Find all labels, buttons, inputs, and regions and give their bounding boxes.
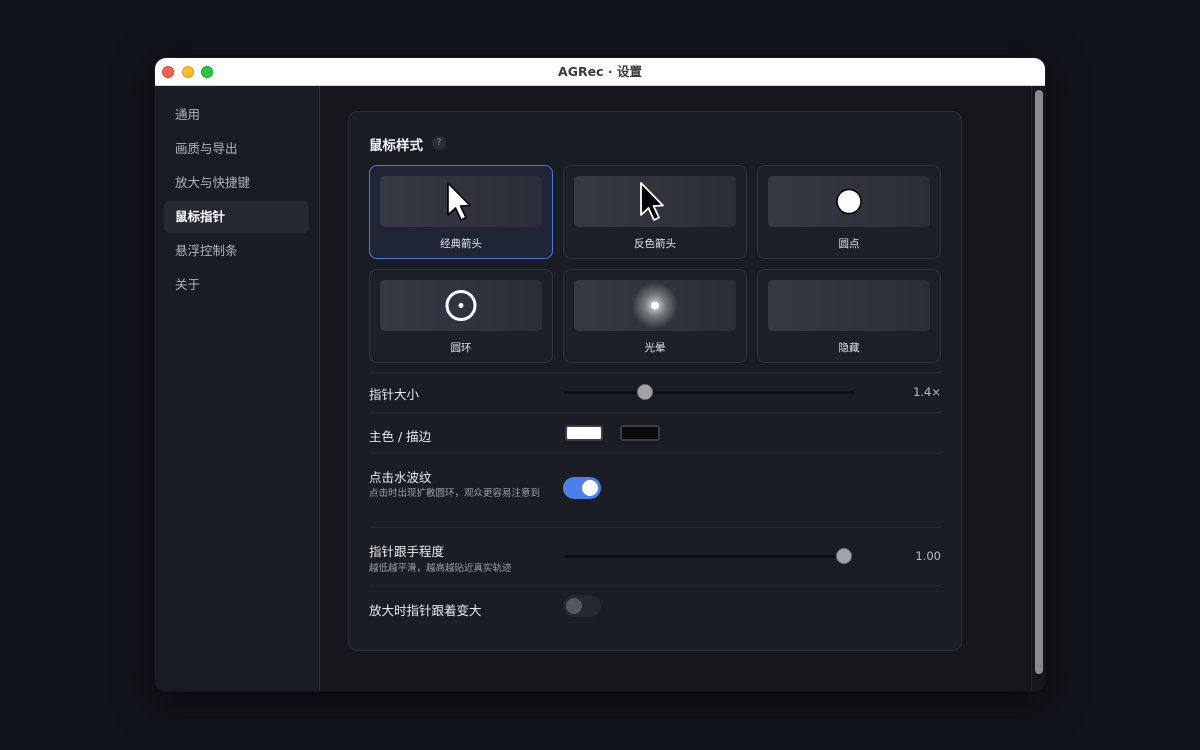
divider	[369, 372, 941, 373]
divider	[369, 527, 941, 528]
pointer-follow-value: 1.00	[915, 549, 941, 563]
pointer-follow-slider-knob[interactable]	[836, 548, 852, 564]
sidebar-item-quality-export[interactable]: 画质与导出	[164, 133, 309, 165]
arrow-cursor-icon	[447, 182, 471, 221]
toggle-knob	[582, 480, 598, 496]
click-ripple-toggle[interactable]	[563, 477, 601, 499]
pointer-follow-description: 越低越平滑，越高越贴近真实轨迹	[369, 563, 512, 574]
ring-cursor-icon	[445, 290, 477, 321]
zoom-pointer-scale-toggle[interactable]	[563, 595, 601, 617]
sidebar-item-zoom-shortcuts[interactable]: 放大与快捷键	[164, 167, 309, 199]
pointer-size-value: 1.4×	[913, 385, 941, 399]
style-label: 反色箭头	[634, 238, 676, 250]
pointer-follow-slider[interactable]	[564, 548, 854, 564]
style-label: 隐藏	[838, 342, 860, 354]
style-label: 圆环	[450, 342, 472, 354]
style-option-hidden[interactable]: 隐藏	[757, 269, 941, 363]
sidebar: 通用 画质与导出 放大与快捷键 鼠标指针 悬浮控制条 关于	[155, 86, 320, 691]
pointer-size-label: 指针大小	[369, 387, 420, 402]
section-title: 鼠标样式	[369, 138, 423, 154]
primary-color-swatch[interactable]	[565, 425, 603, 441]
window-title: AGRec · 设置	[558, 64, 642, 79]
zoom-pointer-scale-label: 放大时指针跟着变大	[369, 603, 482, 618]
style-preview	[380, 280, 542, 331]
settings-content: 鼠标样式 ? 经典箭头 反色箭头 圆点 圆环 光晕 隐藏 指针大小 1.4× 主…	[320, 86, 1031, 691]
halo-cursor-icon	[632, 282, 678, 329]
help-icon[interactable]: ?	[432, 136, 446, 150]
pointer-follow-label: 指针跟手程度	[369, 544, 445, 559]
title-bar[interactable]: AGRec · 设置	[155, 58, 1045, 86]
divider	[369, 412, 941, 413]
style-preview	[574, 280, 736, 331]
style-label: 经典箭头	[440, 238, 482, 250]
style-preview	[380, 176, 542, 227]
sidebar-item-mouse-pointer[interactable]: 鼠标指针	[164, 201, 309, 233]
style-option-inverted-arrow[interactable]: 反色箭头	[563, 165, 747, 259]
mouse-settings-card: 鼠标样式 ? 经典箭头 反色箭头 圆点 圆环 光晕 隐藏 指针大小 1.4× 主…	[348, 111, 962, 651]
click-ripple-description: 点击时出现扩散圆环，观众更容易注意到	[369, 488, 541, 499]
color-stroke-label: 主色 / 描边	[369, 429, 432, 444]
style-option-ring[interactable]: 圆环	[369, 269, 553, 363]
inverted-arrow-cursor-icon	[640, 182, 664, 221]
settings-window: AGRec · 设置 通用 画质与导出 放大与快捷键 鼠标指针 悬浮控制条 关于…	[155, 58, 1045, 691]
dot-cursor-icon	[836, 188, 862, 215]
style-preview	[768, 176, 930, 227]
sidebar-item-floating-bar[interactable]: 悬浮控制条	[164, 235, 309, 267]
pointer-size-slider[interactable]	[564, 384, 854, 400]
sidebar-item-general[interactable]: 通用	[164, 99, 309, 131]
style-label: 光晕	[644, 342, 666, 354]
sidebar-item-about[interactable]: 关于	[164, 269, 309, 301]
style-label: 圆点	[838, 238, 860, 250]
toggle-knob	[566, 598, 582, 614]
stroke-color-swatch[interactable]	[620, 425, 660, 441]
pointer-size-slider-knob[interactable]	[637, 384, 654, 400]
style-option-halo[interactable]: 光晕	[563, 269, 747, 363]
style-option-dot[interactable]: 圆点	[757, 165, 941, 259]
style-preview	[574, 176, 736, 227]
style-preview	[768, 280, 930, 331]
vertical-scrollbar[interactable]	[1031, 86, 1045, 691]
divider	[369, 453, 941, 454]
divider	[369, 585, 941, 586]
style-option-classic-arrow[interactable]: 经典箭头	[369, 165, 553, 259]
scrollbar-thumb[interactable]	[1035, 90, 1043, 674]
click-ripple-label: 点击水波纹	[369, 470, 432, 485]
